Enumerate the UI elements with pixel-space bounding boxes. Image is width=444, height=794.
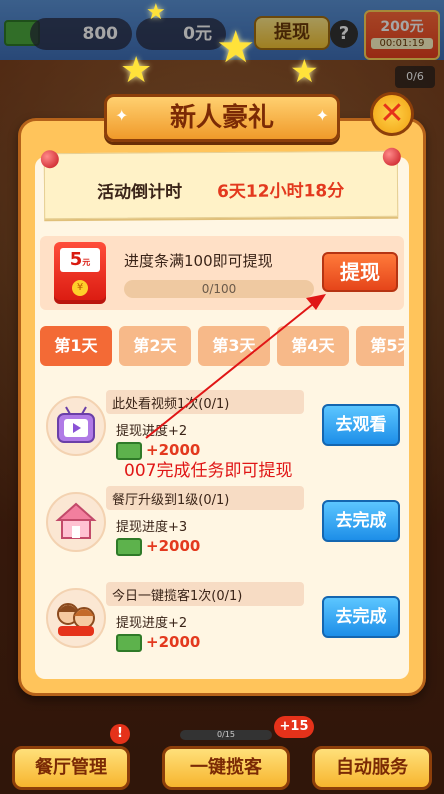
- one-click-customers-bottom-button[interactable]: 一键揽客: [162, 746, 290, 790]
- bottom-bar: 餐厅管理 ! 0/15 一键揽客 +15 自动服务: [0, 700, 444, 794]
- mini-progress: 0/15: [180, 730, 272, 740]
- notification-badge: !: [110, 724, 130, 744]
- annotation-text: 007完成任务即可提现: [124, 461, 293, 481]
- plus-badge: +15: [274, 716, 314, 738]
- annotation-arrow: [145, 294, 326, 439]
- auto-service-button[interactable]: 自动服务: [312, 746, 432, 790]
- restaurant-manage-button[interactable]: 餐厅管理: [12, 746, 130, 790]
